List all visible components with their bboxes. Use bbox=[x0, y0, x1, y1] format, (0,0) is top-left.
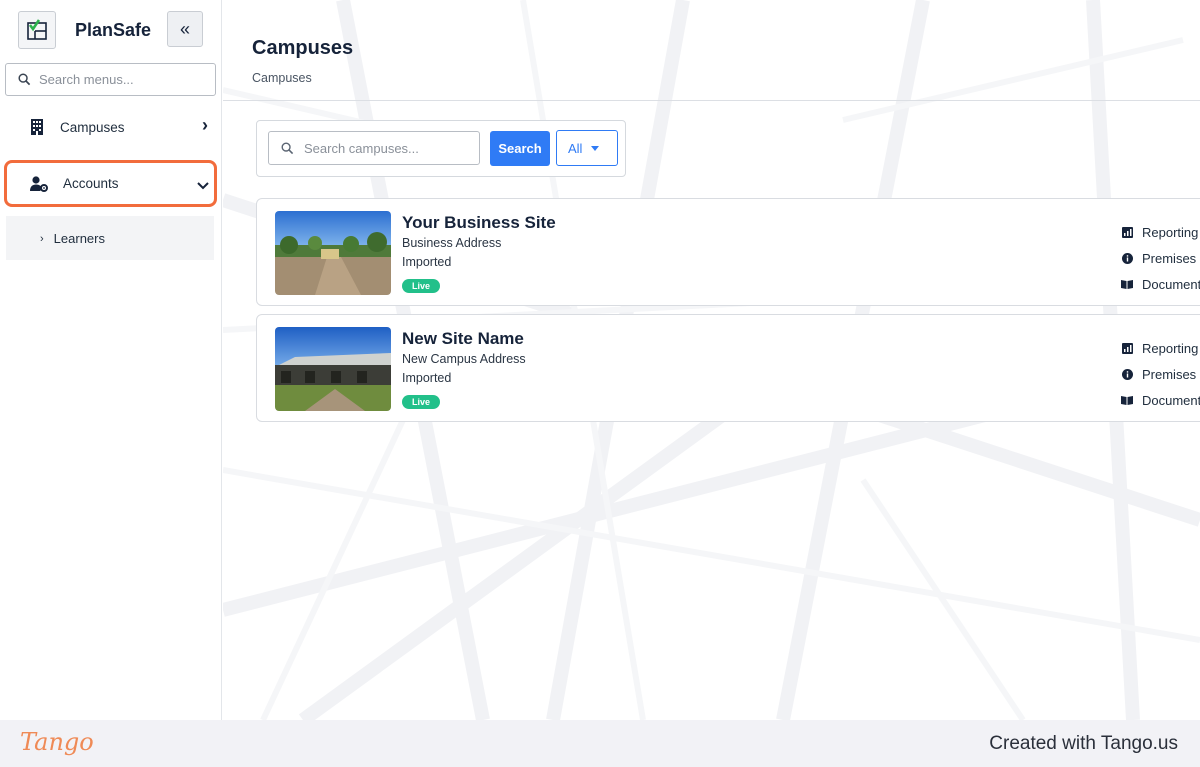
sidebar-item-learners[interactable]: › Learners bbox=[40, 231, 105, 246]
campus-name[interactable]: New Site Name bbox=[402, 329, 524, 349]
action-label: Premises bbox=[1142, 366, 1197, 382]
collapse-sidebar-button[interactable]: « bbox=[167, 11, 203, 47]
sidebar-item-campuses[interactable]: Campuses › bbox=[6, 107, 214, 147]
chart-icon bbox=[1121, 342, 1133, 354]
campus-name[interactable]: Your Business Site bbox=[402, 213, 556, 233]
book-icon bbox=[1121, 394, 1133, 406]
campus-actions: Reporting Premises Document bbox=[1121, 219, 1200, 297]
premises-link[interactable]: Premises bbox=[1121, 361, 1200, 387]
double-chevron-left-icon: « bbox=[179, 18, 190, 39]
campus-status: Imported bbox=[402, 371, 452, 385]
documents-link[interactable]: Document bbox=[1121, 387, 1200, 413]
header-divider bbox=[223, 100, 1200, 101]
reporting-link[interactable]: Reporting bbox=[1121, 219, 1200, 245]
campus-search-input[interactable] bbox=[304, 140, 474, 156]
info-icon bbox=[1121, 368, 1133, 380]
sidebar-item-label: Learners bbox=[53, 231, 105, 246]
search-icon bbox=[18, 73, 31, 86]
premises-link[interactable]: Premises bbox=[1121, 245, 1200, 271]
action-label: Document bbox=[1142, 392, 1200, 408]
action-label: Document bbox=[1142, 276, 1200, 292]
campus-search[interactable] bbox=[268, 131, 480, 165]
tango-footer: Tango Created with Tango.us bbox=[0, 720, 1200, 767]
building-icon bbox=[31, 119, 43, 135]
sidebar: PlanSafe « Campuses › Accounts bbox=[0, 0, 222, 720]
menu-search-input[interactable] bbox=[39, 72, 199, 87]
search-icon bbox=[281, 142, 294, 154]
menu-search[interactable] bbox=[5, 63, 216, 96]
chart-icon bbox=[1121, 226, 1133, 238]
campus-address: New Campus Address bbox=[402, 352, 526, 366]
search-button[interactable]: Search bbox=[490, 131, 550, 166]
action-label: Reporting bbox=[1142, 340, 1199, 356]
documents-link[interactable]: Document bbox=[1121, 271, 1200, 297]
campus-card[interactable]: Your Business Site Business Address Impo… bbox=[256, 198, 1200, 306]
action-label: Reporting bbox=[1142, 224, 1199, 240]
chevron-down-icon bbox=[197, 177, 209, 193]
book-icon bbox=[1121, 278, 1133, 290]
caret-down-icon bbox=[591, 145, 600, 151]
tango-logo: Tango bbox=[20, 728, 94, 756]
accounts-submenu: › Learners bbox=[6, 216, 214, 260]
filter-dropdown[interactable]: All bbox=[556, 130, 618, 166]
reporting-link[interactable]: Reporting bbox=[1121, 335, 1200, 361]
page-title: Campuses bbox=[252, 37, 354, 59]
main-content: Campuses Campuses Search All bbox=[223, 0, 1200, 720]
live-badge: Live bbox=[402, 279, 440, 293]
info-icon bbox=[1121, 252, 1133, 264]
live-badge: Live bbox=[402, 395, 440, 409]
breadcrumb[interactable]: Campuses bbox=[252, 71, 312, 85]
campus-card[interactable]: New Site Name New Campus Address Importe… bbox=[256, 314, 1200, 422]
campus-filter-bar: Search All bbox=[256, 120, 626, 177]
sidebar-item-accounts[interactable]: Accounts bbox=[4, 160, 217, 207]
chevron-right-icon: › bbox=[202, 115, 208, 135]
filter-label: All bbox=[568, 140, 583, 156]
created-with-text: Created with Tango.us bbox=[989, 733, 1178, 754]
user-cog-icon bbox=[30, 175, 48, 192]
plansafe-logo-icon bbox=[18, 11, 56, 49]
campus-photo bbox=[275, 211, 391, 295]
sidebar-item-label: Campuses bbox=[60, 119, 125, 135]
caret-right-icon: › bbox=[40, 232, 44, 245]
campus-actions: Reporting Premises Document bbox=[1121, 335, 1200, 413]
brand-name: PlanSafe bbox=[75, 19, 152, 40]
sidebar-item-label: Accounts bbox=[63, 176, 119, 191]
campus-photo bbox=[275, 327, 391, 411]
brand[interactable]: PlanSafe bbox=[18, 11, 151, 49]
action-label: Premises bbox=[1142, 250, 1197, 266]
campus-address: Business Address bbox=[402, 236, 502, 250]
campus-status: Imported bbox=[402, 255, 452, 269]
